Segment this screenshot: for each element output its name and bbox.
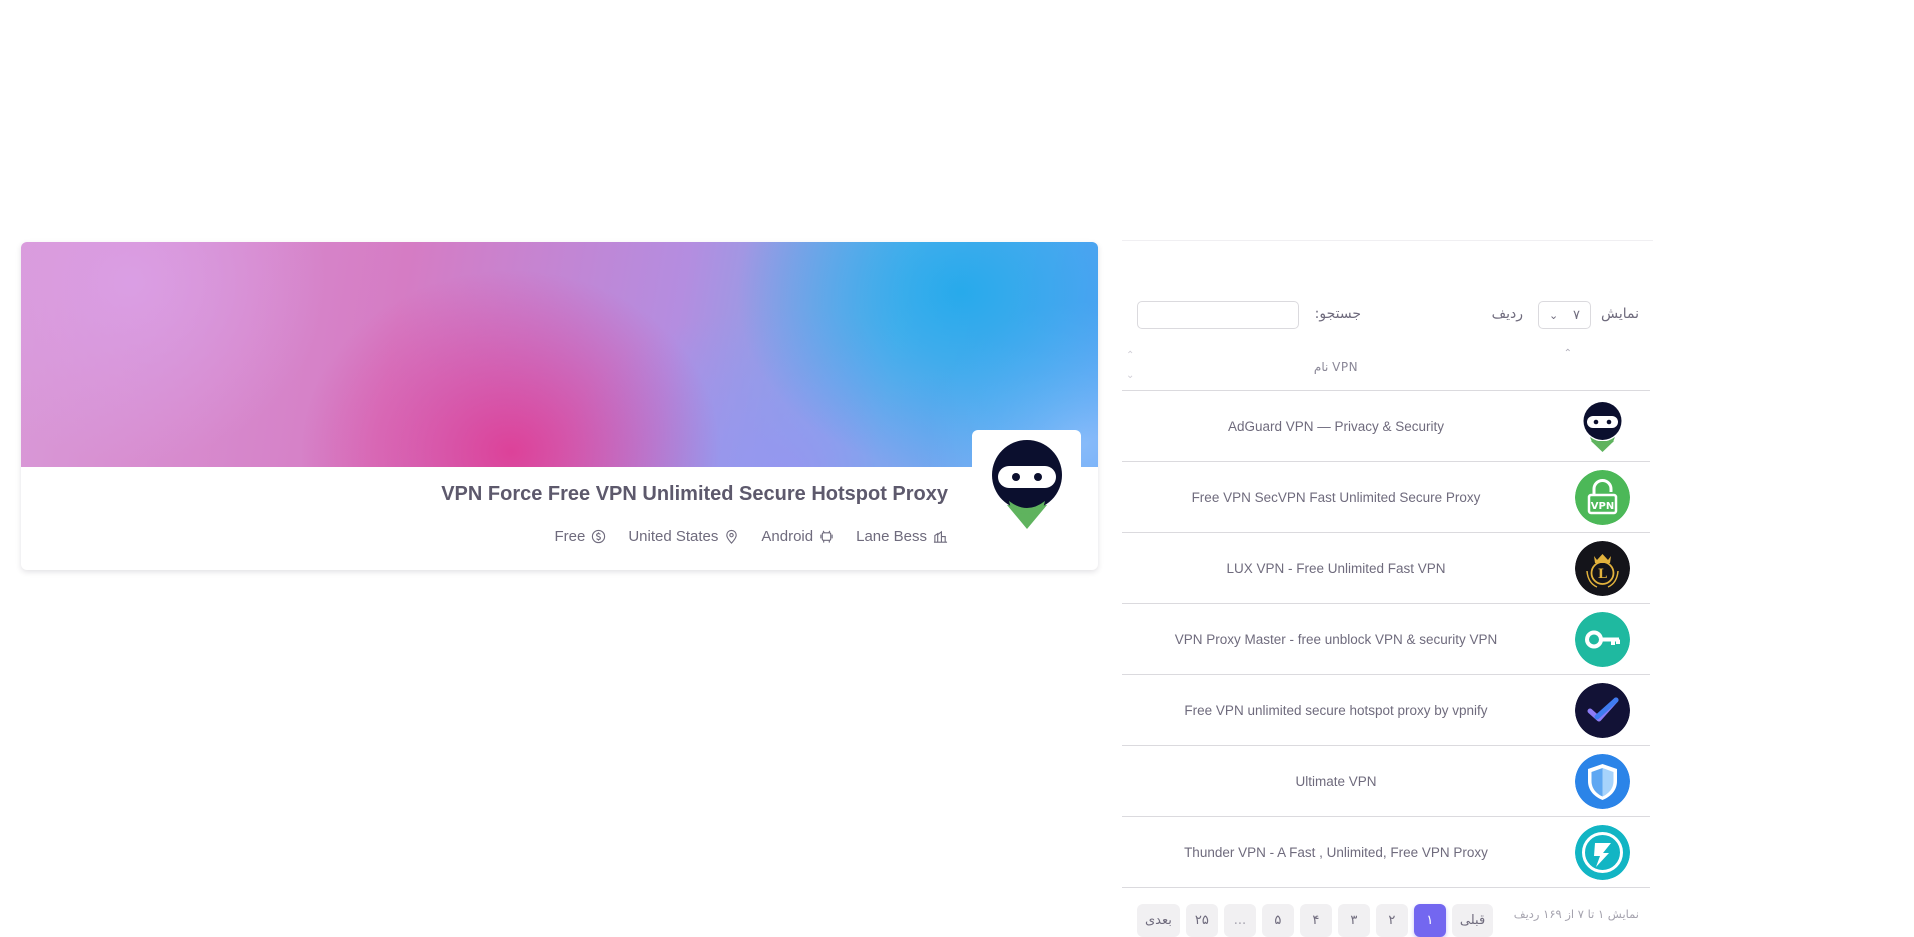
show-label: نمایش bbox=[1600, 306, 1639, 322]
vpn-logo: L bbox=[1575, 541, 1630, 596]
table-body: AdGuard VPN — Privacy & Security Free VP… bbox=[1122, 391, 1650, 888]
vpn-name[interactable]: Free VPN unlimited secure hotspot proxy … bbox=[1122, 703, 1550, 718]
page-title: VPN Force Free VPN Unlimited Secure Hots… bbox=[441, 483, 948, 505]
profile-card: VPN Force Free VPN Unlimited Secure Hots… bbox=[21, 242, 1098, 570]
pagination: بعدی ۲۵ ... ۵ ۴ ۳ ۲ ۱ قبلی bbox=[1137, 904, 1494, 937]
lux-crown-icon: L bbox=[1575, 541, 1630, 596]
sort-asc-icon: ⌃ bbox=[1563, 348, 1572, 359]
rows-per-page-value: ۷ bbox=[1573, 307, 1580, 323]
ninja-logo-icon bbox=[1583, 402, 1622, 452]
meta-developer: Lane Bess bbox=[856, 528, 948, 545]
vpn-name[interactable]: Thunder VPN - A Fast , Unlimited, Free V… bbox=[1122, 845, 1550, 860]
android-icon bbox=[820, 530, 833, 543]
vpn-logo bbox=[1575, 825, 1630, 880]
vpn-logo bbox=[1575, 399, 1630, 454]
avatar bbox=[972, 430, 1081, 539]
checkmark-icon bbox=[1575, 683, 1630, 738]
vpn-logo bbox=[1575, 612, 1630, 667]
chevron-down-icon: ⌄ bbox=[1549, 308, 1559, 322]
page-button[interactable]: ۳ bbox=[1337, 904, 1370, 937]
ninja-logo-icon bbox=[991, 439, 1062, 529]
current-page-button[interactable]: ۱ bbox=[1413, 904, 1446, 937]
meta-price: Free bbox=[555, 528, 607, 545]
vpn-name[interactable]: AdGuard VPN — Privacy & Security bbox=[1122, 419, 1550, 434]
location-pin-icon bbox=[726, 529, 738, 544]
previous-page-button[interactable]: قبلی bbox=[1451, 904, 1494, 937]
rows-label: ردیف bbox=[1491, 306, 1523, 322]
search-label: جستجو: bbox=[1314, 306, 1361, 322]
table-info: نمایش ۱ تا ۷ از ۱۶۹ ردیف bbox=[1513, 907, 1639, 921]
vpn-name[interactable]: VPN Proxy Master - free unblock VPN & se… bbox=[1122, 632, 1550, 647]
vpn-logo bbox=[1575, 683, 1630, 738]
vpn-lock-icon: VPN bbox=[1575, 470, 1630, 525]
svg-text:VPN: VPN bbox=[1591, 501, 1614, 512]
page-button[interactable]: ۲ bbox=[1375, 904, 1408, 937]
profile-banner bbox=[21, 242, 1098, 467]
vpn-name[interactable]: Ultimate VPN bbox=[1122, 774, 1550, 789]
pagination-ellipsis: ... bbox=[1223, 904, 1256, 937]
vpn-name[interactable]: Free VPN SecVPN Fast Unlimited Secure Pr… bbox=[1122, 490, 1550, 505]
table-row[interactable]: Free VPN unlimited secure hotspot proxy … bbox=[1122, 675, 1650, 746]
table-row[interactable]: Free VPN SecVPN Fast Unlimited Secure Pr… bbox=[1122, 462, 1650, 533]
page-button[interactable]: ۵ bbox=[1261, 904, 1294, 937]
profile-meta: Lane Bess Android United States Free bbox=[555, 528, 949, 545]
table-row[interactable]: LUX VPN - Free Unlimited Fast VPN L bbox=[1122, 533, 1650, 604]
rows-per-page-select[interactable]: ۷ ⌄ bbox=[1538, 301, 1591, 329]
table-row[interactable]: Thunder VPN - A Fast , Unlimited, Free V… bbox=[1122, 817, 1650, 888]
table-row[interactable]: AdGuard VPN — Privacy & Security bbox=[1122, 391, 1650, 462]
vpn-table-card: نمایش ۷ ⌄ ردیف جستجو: ⌃ ⌄ نام VPN ⌃ AdGu… bbox=[1122, 240, 1653, 937]
shield-icon bbox=[1575, 754, 1630, 809]
table-controls: نمایش ۷ ⌄ ردیف جستجو: bbox=[1122, 301, 1653, 331]
page-button[interactable]: ۲۵ bbox=[1185, 904, 1218, 937]
vpn-logo: VPN bbox=[1575, 470, 1630, 525]
svg-text:L: L bbox=[1598, 567, 1607, 582]
table-row[interactable]: Ultimate VPN bbox=[1122, 746, 1650, 817]
vpn-logo bbox=[1575, 754, 1630, 809]
meta-location: United States bbox=[628, 528, 739, 545]
lightning-icon bbox=[1575, 825, 1630, 880]
key-icon bbox=[1575, 612, 1630, 667]
search-input[interactable] bbox=[1137, 301, 1299, 329]
column-header-vpn-name[interactable]: ⌃ ⌄ نام VPN ⌃ bbox=[1122, 348, 1650, 391]
table-row[interactable]: VPN Proxy Master - free unblock VPN & se… bbox=[1122, 604, 1650, 675]
page-button[interactable]: ۴ bbox=[1299, 904, 1332, 937]
vpn-name[interactable]: LUX VPN - Free Unlimited Fast VPN bbox=[1122, 561, 1550, 576]
dollar-icon bbox=[592, 529, 606, 544]
developer-icon bbox=[933, 530, 948, 543]
column-title: نام VPN bbox=[1313, 360, 1359, 374]
meta-platform: Android bbox=[761, 528, 834, 545]
next-page-button[interactable]: بعدی bbox=[1137, 904, 1180, 937]
